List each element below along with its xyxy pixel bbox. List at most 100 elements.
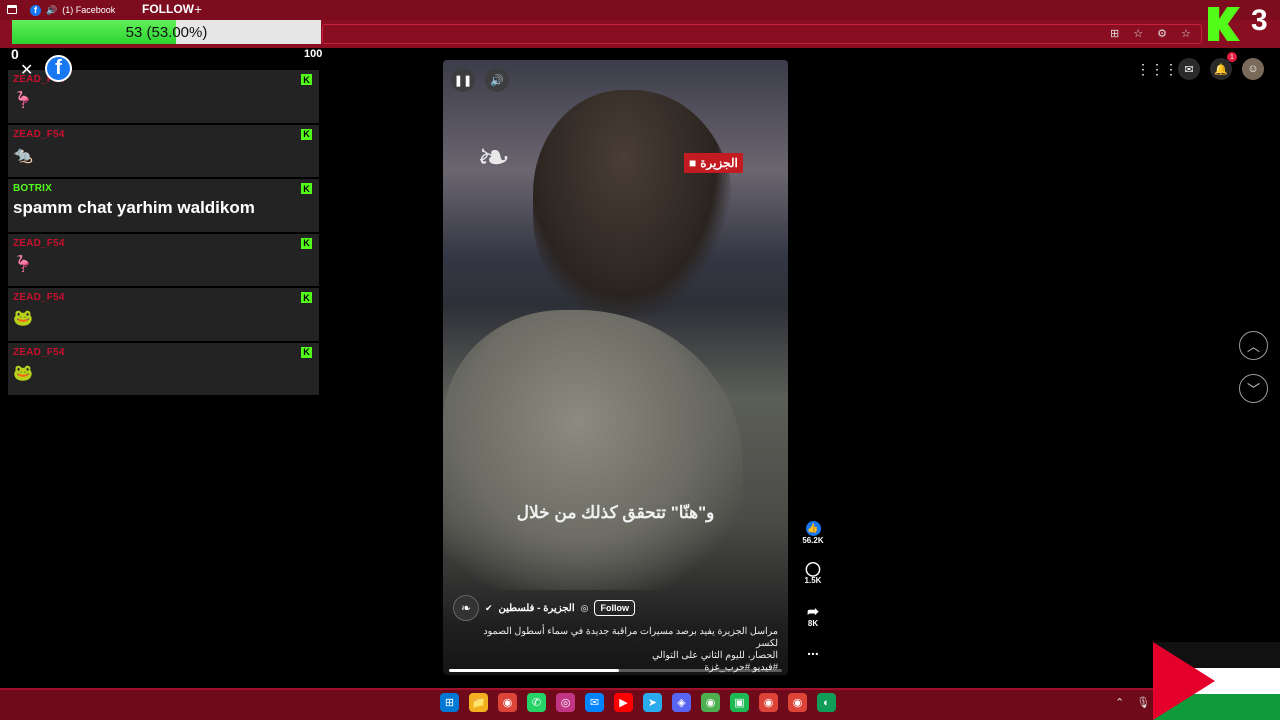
video-description: مراسل الجزيرة يفيد برصد مسيرات مراقبة جد…: [463, 626, 778, 674]
video-author: ❧ ✔ الجزيرة - فلسطين ◎ Follow: [453, 595, 778, 621]
volume-icon[interactable]: 🔊: [485, 68, 509, 92]
chat-message: ZEAD_F54 K 🐀: [8, 124, 319, 179]
favorite-star-icon[interactable]: ☆: [1133, 27, 1143, 40]
video-subject: [533, 90, 733, 320]
aljazeera-tag: الجزيرة ■: [684, 153, 743, 173]
chevron-up-icon[interactable]: ⌃: [1115, 696, 1124, 709]
chrome-profile-icon[interactable]: ◉: [701, 693, 720, 712]
taskbar-icons: ⊞ 📁 ◉ ✆ ◎ ✉ ▶ ➤ ◈ ◉ ▣ ◉ ◉ ◐: [440, 693, 836, 712]
pause-icon[interactable]: ❚❚: [451, 68, 475, 92]
palestine-flag-icon: [1153, 642, 1280, 720]
comment-count: 1.5K: [804, 576, 822, 585]
verified-icon: ✔: [485, 602, 493, 613]
goal-max-label: 100: [304, 48, 323, 60]
browser-tab[interactable]: f 🔊 (1) Facebook: [30, 3, 115, 17]
description-line-2: الحصار، لليوم الثاني على التوالي: [651, 650, 778, 661]
kick-badge-icon: K: [301, 292, 312, 303]
file-explorer-icon[interactable]: 📁: [469, 693, 488, 712]
description-hashtags[interactable]: #فيديو #حرب_غزة: [463, 662, 778, 674]
microphone-icon[interactable]: 🎙: [1136, 696, 1150, 709]
whatsapp-icon[interactable]: ✆: [527, 693, 546, 712]
share-icon: ➦: [807, 603, 819, 619]
extension-icon[interactable]: ⚙: [1157, 27, 1167, 40]
kick-badge-icon: K: [301, 346, 312, 358]
follow-button[interactable]: Follow: [594, 600, 635, 616]
goal-progress-label: 53 (53.00%): [125, 23, 208, 41]
speaker-icon: 🔊: [46, 4, 58, 15]
chat-emote: 🐸: [13, 364, 33, 382]
youtube-icon[interactable]: ▶: [614, 693, 633, 712]
telegram-icon[interactable]: ➤: [643, 693, 662, 712]
chat-emote: 🐸: [13, 310, 33, 327]
chat-emote: 🦩: [13, 92, 33, 109]
kick-badge-icon: K: [301, 183, 312, 194]
chevron-down-icon: ﹀: [1246, 382, 1260, 397]
chat-overlay: ZEAD_F54 K 🦩 ZEAD_F54 K 🐀 BOTRIX Kspamm chat ya…: [8, 70, 319, 397]
plus-icon[interactable]: +: [194, 1, 202, 17]
goal-min-label: 0: [11, 46, 19, 62]
share-button[interactable]: ➦ 8K: [800, 603, 826, 628]
chat-message: ZEAD_F54 K 🐸: [8, 342, 319, 397]
author-name[interactable]: الجزيرة - فلسطين: [499, 603, 575, 614]
like-count: 56.2K: [802, 536, 824, 545]
share-count: 8K: [807, 619, 819, 628]
notification-badge: 1: [1227, 52, 1237, 62]
like-icon: 👍: [805, 521, 821, 536]
kick-viewer-count: 3: [1251, 4, 1268, 37]
apps-grid-icon[interactable]: ⋮⋮⋮: [1136, 58, 1178, 80]
kick-badge-icon: K: [301, 237, 312, 249]
chrome-icon[interactable]: ◉: [498, 693, 517, 712]
messenger-icon[interactable]: ✉: [585, 693, 604, 712]
video-progress-bar[interactable]: [449, 669, 782, 672]
system-tray: ⌃ 🎙: [1115, 696, 1150, 709]
instagram-icon[interactable]: ◎: [556, 693, 575, 712]
chat-message: BOTRIX Kspamm chat yarhim waldikom: [8, 179, 319, 234]
chevron-up-icon: ︿: [1246, 339, 1260, 354]
close-icon[interactable]: ✕: [20, 60, 33, 80]
address-bar-icons: ⊞ ☆ ⚙ ☆: [1110, 27, 1191, 40]
aljazeera-tag-label: الجزيرة: [700, 156, 738, 170]
goal-progress-bar: 53 (53.00%): [12, 20, 321, 44]
window-menu-icon[interactable]: [7, 5, 17, 14]
kick-badge-icon: K: [301, 74, 312, 85]
video-subject-body: [443, 310, 743, 590]
windows-icon[interactable]: ⊞: [440, 693, 459, 712]
follow-label: FOLLOW: [142, 2, 194, 16]
aljazeera-logo-icon: ❧: [477, 136, 511, 180]
description-line-1: مراسل الجزيرة يفيد برصد مسيرات مراقبة جد…: [483, 626, 778, 649]
capcut-icon[interactable]: ▣: [730, 693, 749, 712]
chat-message-text: spamm chat yarhim waldikom: [13, 198, 255, 217]
chat-username[interactable]: ZEAD_F54: [13, 347, 314, 358]
favorites-icon[interactable]: ☆: [1181, 27, 1191, 40]
messenger-icon[interactable]: ✉: [1178, 58, 1200, 80]
url-field[interactable]: [322, 24, 1202, 44]
video-camera-icon: ■: [689, 156, 697, 170]
video-progress-fill: [449, 669, 619, 672]
reader-icon[interactable]: ⊞: [1110, 27, 1119, 40]
chat-message: ZEAD_F54 K 🐸: [8, 288, 319, 343]
previous-reel-button[interactable]: ︿: [1239, 331, 1268, 360]
next-reel-button[interactable]: ﹀: [1239, 374, 1268, 403]
chat-username[interactable]: ZEAD_F54: [13, 238, 314, 249]
chat-emote: 🦩: [13, 255, 33, 273]
discord-icon[interactable]: ◈: [672, 693, 691, 712]
chrome-icon[interactable]: ◉: [788, 693, 807, 712]
chat-username[interactable]: BOTRIX: [13, 183, 314, 194]
chat-username[interactable]: ZEAD_F54: [13, 129, 314, 140]
comment-button[interactable]: ◯ 1.5K: [800, 560, 826, 585]
facebook-icon: f: [45, 55, 72, 82]
globe-icon: ◎: [580, 602, 589, 613]
chat-emote: 🐀: [13, 146, 33, 164]
more-options-button[interactable]: ...: [800, 642, 826, 658]
edge-icon[interactable]: ◐: [817, 693, 836, 712]
profile-avatar[interactable]: ☺: [1242, 58, 1264, 80]
like-button[interactable]: 👍 56.2K: [800, 518, 826, 545]
author-avatar[interactable]: ❧: [453, 595, 479, 621]
chat-username[interactable]: ZEAD_F54: [13, 292, 314, 303]
tab-label: (1) Facebook: [62, 5, 116, 15]
video-caption: و"هنّا" تتحقق كذلك من خلال: [516, 503, 715, 522]
facebook-icon: f: [30, 4, 41, 16]
kick-badge-icon: K: [301, 128, 312, 140]
chrome-icon[interactable]: ◉: [759, 693, 778, 712]
reel-video[interactable]: ❚❚ 🔊 ❧ الجزيرة ■ و"هنّا" تتحقق كذلك من خ…: [443, 60, 788, 675]
